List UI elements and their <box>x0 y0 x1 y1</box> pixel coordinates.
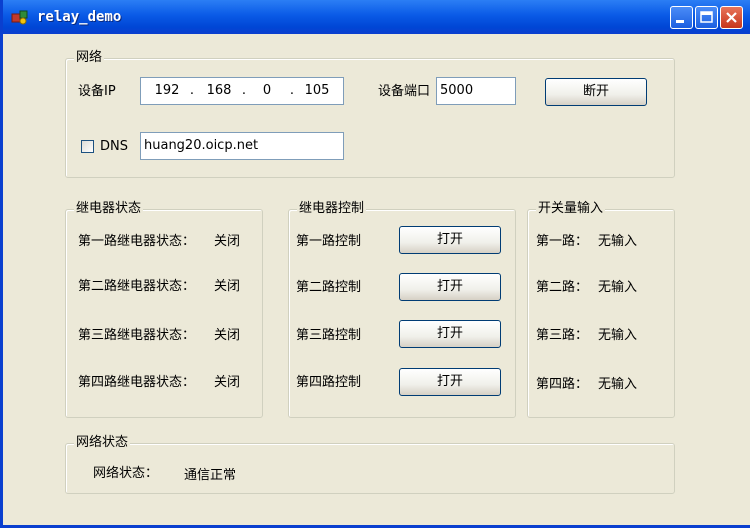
minimize-icon <box>676 20 684 23</box>
ip-octet-2: 168 <box>206 83 232 98</box>
relay-control-label-1: 第一路控制 <box>296 234 362 249</box>
relay-4-open-button[interactable]: 打开 <box>399 368 501 396</box>
maximize-button[interactable] <box>695 6 718 29</box>
network-status-label: 网络状态： <box>93 466 159 481</box>
relay-control-group: 继电器控制 第一路控制 打开 第二路控制 打开 第三路控制 打开 第四路控制 打… <box>288 201 516 418</box>
disconnect-button[interactable]: 断开 <box>545 78 647 106</box>
relay-1-open-button[interactable]: 打开 <box>399 226 501 254</box>
relay-status-label-1: 第一路继电器状态： <box>78 234 196 249</box>
device-ip-label: 设备IP <box>78 84 116 99</box>
switch-input-group: 开关量输入 第一路： 无输入 第二路： 无输入 第三路： 无输入 第四路： 无输… <box>527 201 675 418</box>
minimize-button[interactable] <box>670 6 693 29</box>
relay-status-value-3: 关闭 <box>214 328 241 343</box>
close-button[interactable] <box>720 6 743 29</box>
switch-input-label-3: 第三路： <box>536 328 589 343</box>
relay-control-label-3: 第三路控制 <box>296 328 362 343</box>
ip-octet-1: 192 <box>154 83 180 98</box>
ip-dot: . <box>241 83 247 98</box>
app-window: relay_demo 网络 设备IP 192 . 168 . 0 . 105 设… <box>0 0 750 528</box>
maximize-icon <box>700 11 713 23</box>
close-icon <box>726 12 737 23</box>
ip-octet-3: 0 <box>262 83 272 98</box>
relay-status-value-1: 关闭 <box>214 234 241 249</box>
switch-input-value-4: 无输入 <box>598 377 638 392</box>
ip-octet-4: 105 <box>304 83 330 98</box>
relay-status-value-4: 关闭 <box>214 375 241 390</box>
relay-status-label-2: 第二路继电器状态： <box>78 279 196 294</box>
relay-control-label-4: 第四路控制 <box>296 375 362 390</box>
switch-input-label-4: 第四路： <box>536 377 589 392</box>
network-status-group-title: 网络状态 <box>74 435 131 451</box>
network-status-value: 通信正常 <box>184 468 237 483</box>
switch-input-value-2: 无输入 <box>598 280 638 295</box>
relay-control-group-title: 继电器控制 <box>297 201 367 217</box>
dns-input[interactable]: huang20.oicp.net <box>140 132 344 160</box>
relay-2-open-button[interactable]: 打开 <box>399 273 501 301</box>
window-title: relay_demo <box>37 9 122 25</box>
dns-checkbox[interactable] <box>81 140 94 153</box>
ip-dot: . <box>289 83 295 98</box>
relay-status-label-4: 第四路继电器状态： <box>78 375 196 390</box>
network-group: 网络 设备IP 192 . 168 . 0 . 105 设备端口 5000 断开… <box>65 50 675 178</box>
network-group-title: 网络 <box>74 50 105 66</box>
relay-status-group-title: 继电器状态 <box>74 201 144 217</box>
relay-status-group: 继电器状态 第一路继电器状态： 关闭 第二路继电器状态： 关闭 第三路继电器状态… <box>65 201 263 418</box>
dns-label: DNS <box>100 139 128 154</box>
ip-dot: . <box>189 83 195 98</box>
switch-input-group-title: 开关量输入 <box>536 201 606 217</box>
device-port-label: 设备端口 <box>378 84 431 99</box>
device-port-input[interactable]: 5000 <box>436 77 516 105</box>
relay-app-icon <box>11 10 28 25</box>
relay-control-label-2: 第二路控制 <box>296 280 362 295</box>
device-ip-input[interactable]: 192 . 168 . 0 . 105 <box>140 77 344 105</box>
network-status-group: 网络状态 网络状态： 通信正常 <box>65 435 675 494</box>
switch-input-value-1: 无输入 <box>598 234 638 249</box>
relay-3-open-button[interactable]: 打开 <box>399 320 501 348</box>
switch-input-value-3: 无输入 <box>598 328 638 343</box>
switch-input-label-2: 第二路： <box>536 280 589 295</box>
relay-status-label-3: 第三路继电器状态： <box>78 328 196 343</box>
client-area: 网络 设备IP 192 . 168 . 0 . 105 设备端口 5000 断开… <box>6 34 750 525</box>
title-bar[interactable]: relay_demo <box>3 0 750 34</box>
switch-input-label-1: 第一路： <box>536 234 589 249</box>
relay-status-value-2: 关闭 <box>214 279 241 294</box>
